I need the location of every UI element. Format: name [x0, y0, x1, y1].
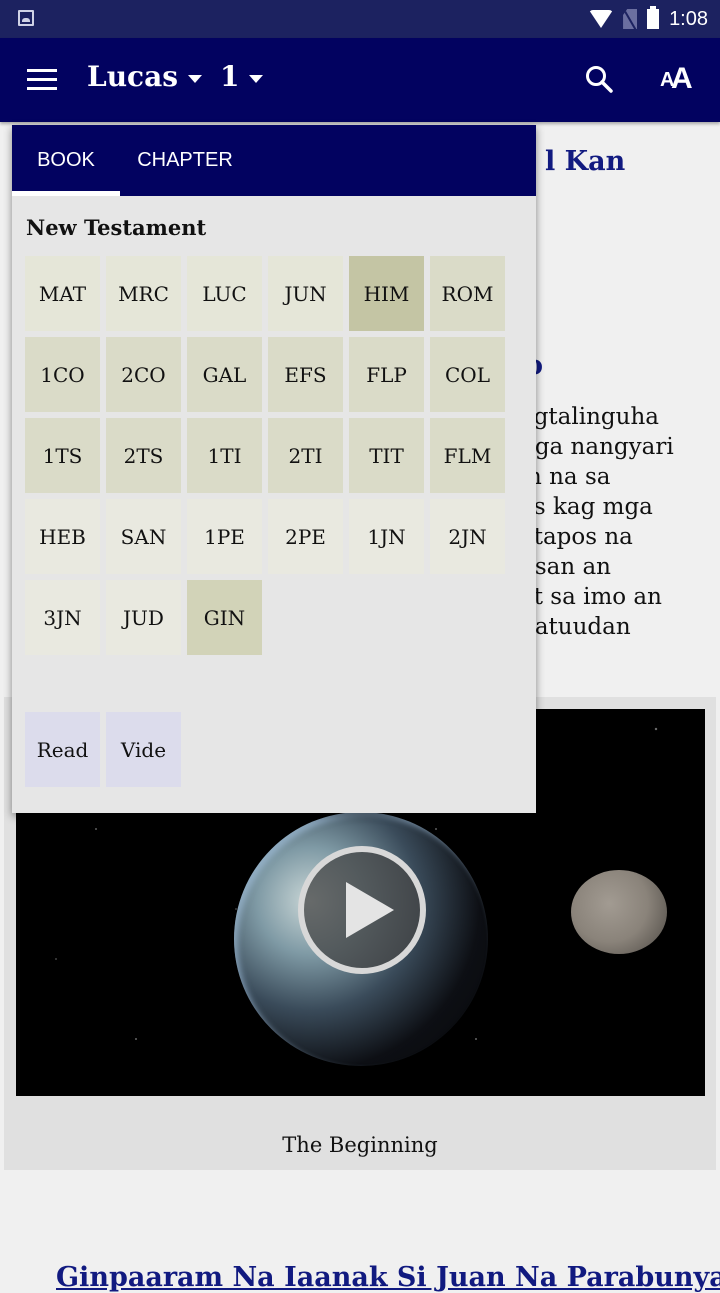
- book-tile-1jn[interactable]: 1JN: [349, 499, 424, 574]
- book-tile-mrc[interactable]: MRC: [106, 256, 181, 331]
- book-tile-1pe[interactable]: 1PE: [187, 499, 262, 574]
- video-caption: The Beginning: [282, 1133, 438, 1157]
- search-icon[interactable]: [584, 64, 616, 96]
- font-size-icon[interactable]: A A: [660, 62, 700, 96]
- book-tile-2ti[interactable]: 2TI: [268, 418, 343, 493]
- scripture-paragraph: agtalinguha nga nangyari m na sa os kag …: [520, 404, 674, 640]
- status-time: 1:08: [669, 7, 708, 30]
- book-tile-gin[interactable]: GIN: [187, 580, 262, 655]
- book-grid: MAT MRC LUC JUN HIM ROM 1CO 2CO GAL EFS FLP COL 1TS 2…: [25, 256, 515, 655]
- tab-chapter[interactable]: CHAPTER: [120, 125, 250, 196]
- wifi-icon: [589, 10, 614, 28]
- chapter-dropdown[interactable]: 1: [220, 60, 264, 93]
- book-tile-tit[interactable]: TIT: [349, 418, 424, 493]
- book-tile-2pe[interactable]: 2PE: [268, 499, 343, 574]
- book-tile-1ts[interactable]: 1TS: [25, 418, 100, 493]
- mode-button-read[interactable]: Read: [25, 712, 100, 787]
- book-tile-jud[interactable]: JUD: [106, 580, 181, 655]
- book-tile-san[interactable]: SAN: [106, 499, 181, 574]
- book-tile-gal[interactable]: GAL: [187, 337, 262, 412]
- tab-book[interactable]: BOOK: [12, 125, 120, 196]
- caret-down-icon: [188, 74, 202, 83]
- book-tile-mat[interactable]: MAT: [25, 256, 100, 331]
- book-dropdown[interactable]: Lucas: [87, 60, 202, 93]
- book-tile-2jn[interactable]: 2JN: [430, 499, 505, 574]
- image-notification-icon: [18, 10, 34, 26]
- picker-tabs: BOOK CHAPTER: [12, 125, 536, 196]
- mode-buttons: Read Vide: [25, 712, 181, 787]
- mode-button-vide[interactable]: Vide: [106, 712, 181, 787]
- status-bar: 1:08: [0, 0, 720, 38]
- no-sim-icon: [623, 9, 638, 29]
- book-tile-heb[interactable]: HEB: [25, 499, 100, 574]
- book-tile-him[interactable]: HIM: [349, 256, 424, 331]
- book-tile-2co[interactable]: 2CO: [106, 337, 181, 412]
- book-tile-2ts[interactable]: 2TS: [106, 418, 181, 493]
- chapter-number: 1: [220, 60, 240, 93]
- book-tile-luc[interactable]: LUC: [187, 256, 262, 331]
- book-tile-efs[interactable]: EFS: [268, 337, 343, 412]
- section-heading: l Kan: [545, 146, 626, 177]
- section-heading-link[interactable]: Ginpaaram Na Iaanak Si Juan Na Parabunya…: [56, 1262, 720, 1293]
- book-tile-rom[interactable]: ROM: [430, 256, 505, 331]
- book-tile-1ti[interactable]: 1TI: [187, 418, 262, 493]
- book-name: Lucas: [87, 60, 178, 93]
- book-tile-jun[interactable]: JUN: [268, 256, 343, 331]
- book-picker-popup: BOOK CHAPTER New Testament MAT MRC LUC JUN H…: [12, 125, 536, 813]
- book-tile-1co[interactable]: 1CO: [25, 337, 100, 412]
- play-icon[interactable]: [298, 846, 426, 974]
- caret-down-icon: [249, 74, 264, 83]
- hamburger-menu-icon[interactable]: [27, 69, 57, 91]
- book-tile-flp[interactable]: FLP: [349, 337, 424, 412]
- book-tile-3jn[interactable]: 3JN: [25, 580, 100, 655]
- battery-icon: [647, 6, 660, 29]
- status-icons: 1:08: [589, 6, 708, 32]
- book-tile-flm[interactable]: FLM: [430, 418, 505, 493]
- book-tile-col[interactable]: COL: [430, 337, 505, 412]
- moon-image: [571, 870, 667, 954]
- testament-title: New Testament: [26, 215, 207, 240]
- active-tab-indicator: [12, 191, 120, 196]
- app-bar: Lucas 1 A A: [0, 38, 720, 122]
